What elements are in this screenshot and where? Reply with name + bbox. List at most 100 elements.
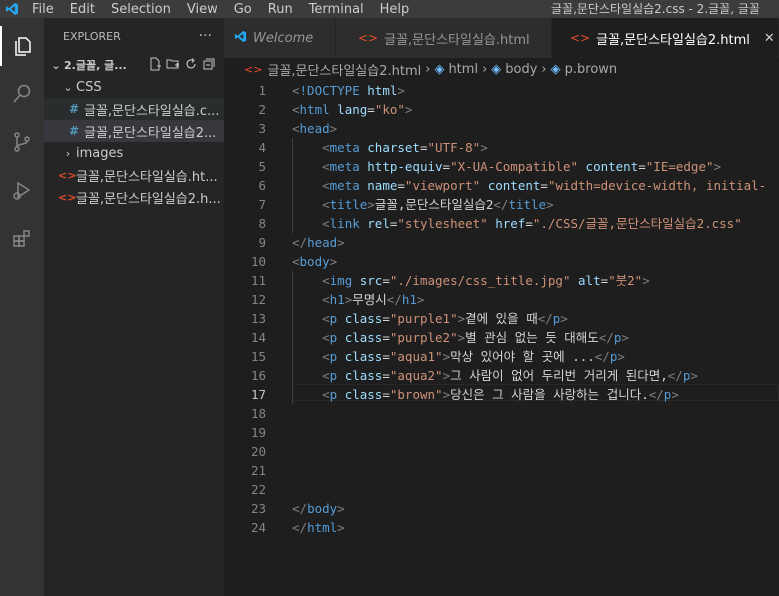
code-token: > <box>337 501 345 516</box>
title-bar: File Edit Selection View Go Run Terminal Help 글… <box>0 0 779 18</box>
tab-welcome[interactable]: Welcome <box>224 18 336 58</box>
collapse-all-icon[interactable] <box>202 57 216 74</box>
menu-selection[interactable]: Selection <box>103 2 179 17</box>
line-number: 17 <box>250 387 266 402</box>
code-token: > <box>397 83 405 98</box>
code-line: 8 <link rel="stylesheet" href="./CSS/글꼴,… <box>224 214 779 233</box>
tree-file-css-1[interactable]: # 글꼴,문단스타일실습.c... <box>44 98 224 120</box>
tree-folder-css[interactable]: ⌄ CSS <box>44 76 224 98</box>
element-symbol-icon: ◈ <box>434 61 445 77</box>
code-token: html <box>299 102 338 117</box>
code-token: < <box>292 83 300 98</box>
code-token: = <box>382 349 390 364</box>
code-token: = <box>397 178 405 193</box>
code-token: < <box>292 121 300 136</box>
code-token: class <box>344 311 383 326</box>
tree-file-html-1[interactable]: <> 글꼴,문단스타일실습.ht... <box>44 164 224 186</box>
close-icon[interactable]: ✕ <box>764 31 775 46</box>
run-debug-icon[interactable] <box>0 170 44 210</box>
code-token: = <box>540 178 548 193</box>
code-token: "width=device-width, initial- <box>547 178 767 193</box>
tree-file-html-2[interactable]: <> 글꼴,문단스타일실습2.h... <box>44 186 224 208</box>
more-actions-icon[interactable]: ··· <box>199 28 212 44</box>
code-token: title <box>329 197 368 212</box>
extensions-icon[interactable] <box>0 218 44 258</box>
breadcrumb-file[interactable]: 글꼴,문단스타일실습2.html <box>267 60 421 79</box>
tree-item-label: 글꼴,문단스타일실습.c... <box>84 103 220 119</box>
code-token: </ <box>386 292 402 307</box>
refresh-icon[interactable] <box>184 57 198 74</box>
code-token: "viewport" <box>404 178 488 193</box>
code-token: < <box>322 349 330 364</box>
chevron-right-icon: › <box>425 61 431 77</box>
menu-go[interactable]: Go <box>226 2 260 17</box>
files-icon[interactable] <box>0 26 44 66</box>
breadcrumb-p-brown[interactable]: p.brown <box>565 62 618 77</box>
code-token: name <box>367 178 398 193</box>
source-control-icon[interactable] <box>0 122 44 162</box>
line-number: 5 <box>258 159 266 174</box>
chevron-down-icon: ⌄ <box>51 58 61 72</box>
code-token: lang <box>337 102 368 117</box>
code-token: 당신은 그 사람을 사랑하는 겁니다. <box>450 387 649 402</box>
code-token: class <box>344 349 383 364</box>
code-text: <img src="./images/css_title.jpg" alt="붓… <box>292 271 650 290</box>
new-file-icon[interactable] <box>148 57 162 74</box>
menu-view[interactable]: View <box>179 2 226 17</box>
code-token: p <box>329 387 345 402</box>
menu-help[interactable]: Help <box>372 2 418 17</box>
code-line: 21 <box>224 461 779 480</box>
code-token: h1 <box>401 292 417 307</box>
code-token: < <box>322 273 330 288</box>
code-token: < <box>322 197 330 212</box>
code-token: </ <box>598 330 614 345</box>
code-token: html <box>307 520 338 535</box>
menu-run[interactable]: Run <box>260 2 301 17</box>
element-symbol-icon: ◈ <box>491 61 502 77</box>
code-line: 12 <h1>무명시</h1> <box>224 290 779 309</box>
code-token: meta <box>329 178 368 193</box>
chevron-right-icon: › <box>541 61 547 77</box>
code-token: > <box>713 159 722 174</box>
new-folder-icon[interactable] <box>166 57 180 74</box>
breadcrumb-body[interactable]: body <box>505 62 537 77</box>
menu-terminal[interactable]: Terminal <box>301 2 372 17</box>
tree-folder-images[interactable]: › images <box>44 142 224 164</box>
search-icon[interactable] <box>0 74 44 114</box>
code-line: 1 <!DOCTYPE html> <box>224 81 779 100</box>
code-line: 15 <p class="aqua1">막상 있어야 할 곳에 ...</p> <box>224 347 779 366</box>
code-text: <title>글꼴,문단스타일실습2</title> <box>292 195 554 214</box>
code-token: </ <box>292 235 308 250</box>
breadcrumb-html[interactable]: html <box>448 62 478 77</box>
code-token: < <box>322 330 330 345</box>
code-token: meta <box>329 140 368 155</box>
code-token: = <box>419 140 428 155</box>
workspace-folder[interactable]: ⌄ 2.글꼴, 글... <box>44 54 224 76</box>
code-token: > <box>457 311 466 326</box>
code-token: </ <box>537 311 553 326</box>
code-token: > <box>617 349 625 364</box>
code-token: < <box>322 368 330 383</box>
tab-html-2[interactable]: <> 글꼴,문단스타일실습2.html ✕ <box>552 18 779 58</box>
html-file-icon: <> <box>358 31 379 45</box>
code-token: < <box>322 178 330 193</box>
line-number: 11 <box>250 273 266 288</box>
tree-file-css-2[interactable]: # 글꼴,문단스타일실습2... <box>44 120 224 142</box>
line-number: 2 <box>258 102 266 117</box>
tab-html-1[interactable]: <> 글꼴,문단스타일실습.html <box>336 18 552 58</box>
code-editor[interactable]: 1 <!DOCTYPE html> 2 <html lang="ko"> 3 <head>… <box>224 80 779 596</box>
code-line: 5 <meta http-equiv="X-UA-Compatible" con… <box>224 157 779 176</box>
css-file-icon: # <box>68 102 80 116</box>
line-number: 4 <box>258 140 266 155</box>
line-number: 19 <box>250 425 266 440</box>
menu-edit[interactable]: Edit <box>62 2 103 17</box>
code-token: "IE=edge" <box>645 159 714 174</box>
code-token: = <box>382 387 390 402</box>
breadcrumb: <> 글꼴,문단스타일실습2.html › ◈ html › ◈ body › … <box>224 58 779 80</box>
menu-file[interactable]: File <box>24 2 62 17</box>
code-token: </ <box>667 368 683 383</box>
